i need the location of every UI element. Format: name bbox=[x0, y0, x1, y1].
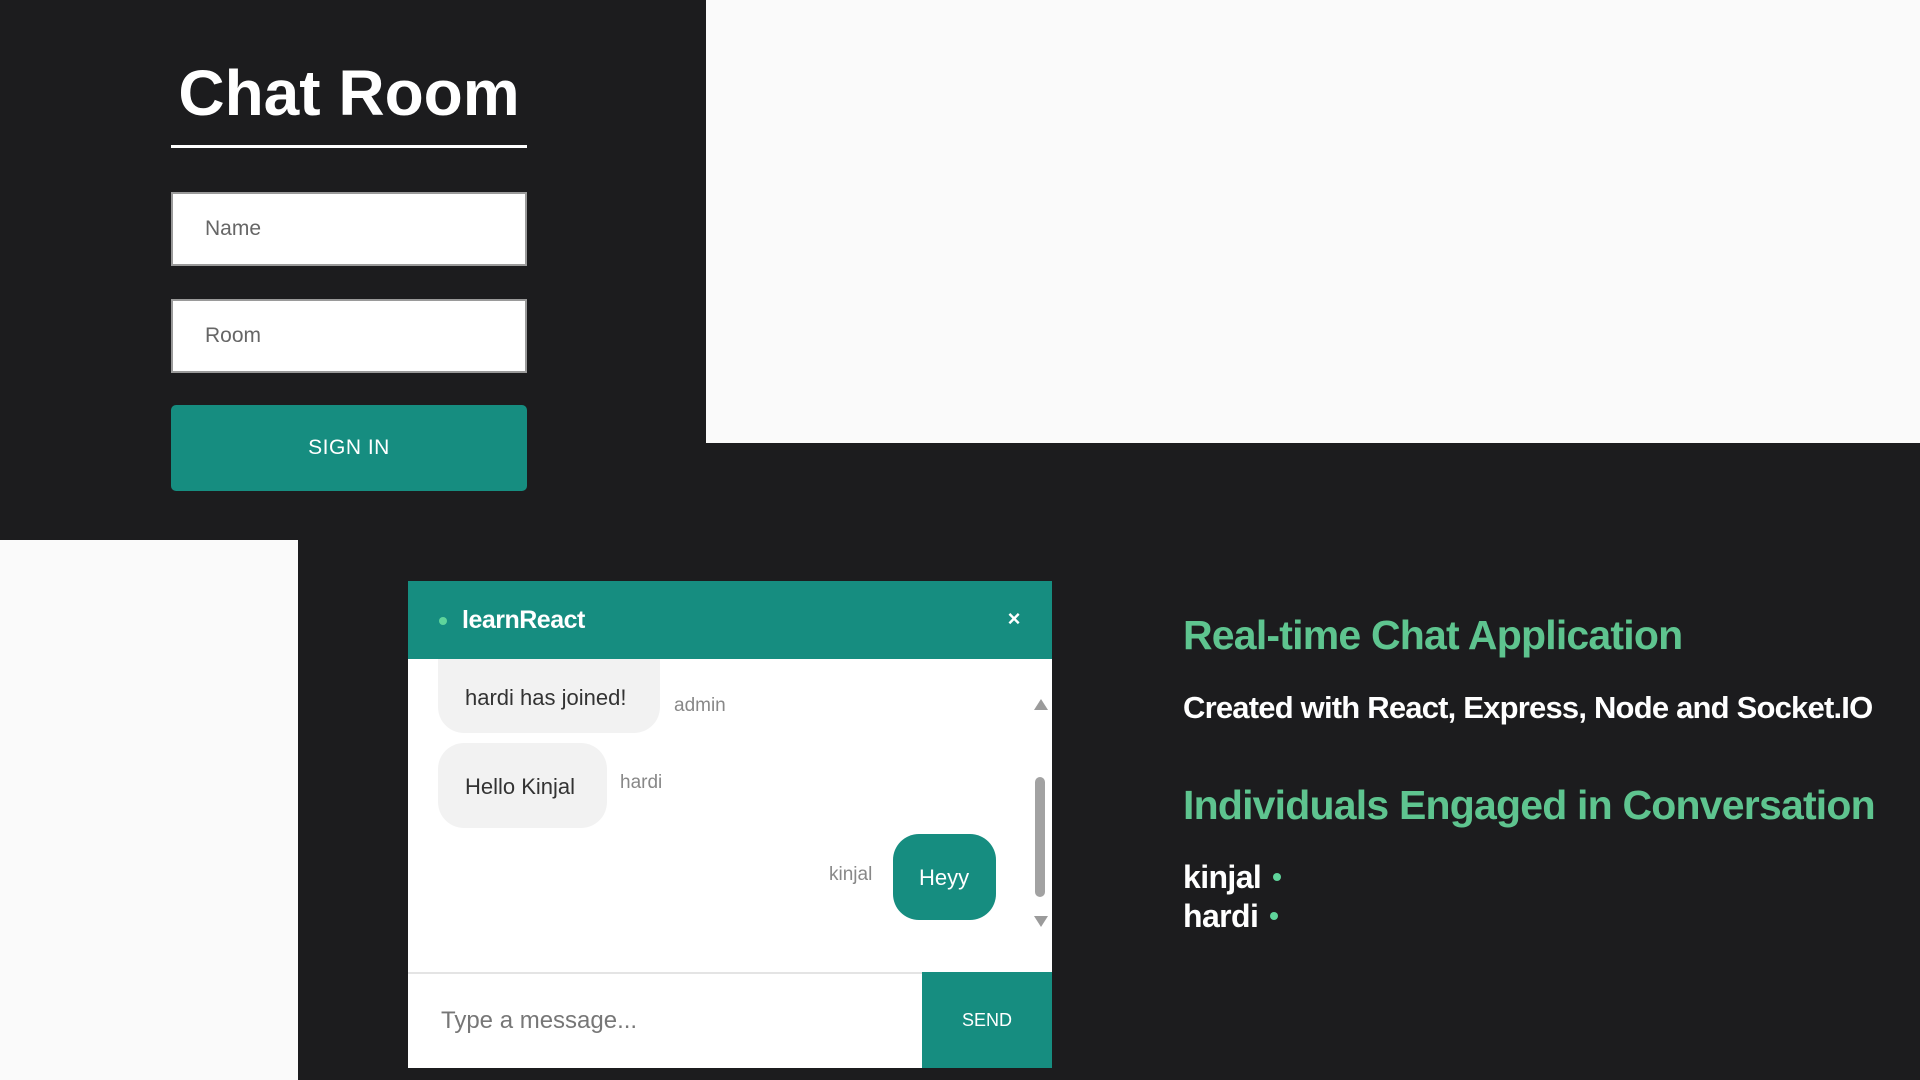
room-name: learnReact bbox=[462, 606, 585, 634]
online-status-icon bbox=[1273, 873, 1282, 881]
message-bubble: hardi has joined! bbox=[438, 659, 660, 733]
app-title: Real-time Chat Application bbox=[1183, 612, 1683, 658]
message-bubble: Hello Kinjal bbox=[438, 743, 607, 828]
active-users-heading: Individuals Engaged in Conversation bbox=[1183, 782, 1876, 828]
background-panel-left bbox=[0, 540, 298, 1080]
scroll-down-arrow-icon[interactable] bbox=[1034, 916, 1048, 927]
name-input[interactable] bbox=[171, 192, 527, 266]
message-composer: SEND bbox=[408, 972, 1052, 1068]
scroll-up-arrow-icon[interactable] bbox=[1034, 699, 1048, 710]
message-input[interactable] bbox=[408, 974, 922, 1068]
room-input[interactable] bbox=[171, 299, 527, 373]
message-list[interactable]: hardi has joined! admin Hello Kinjal har… bbox=[408, 659, 1052, 954]
message-sender: hardi bbox=[620, 772, 663, 793]
close-icon[interactable]: × bbox=[996, 601, 1032, 637]
chat-header: learnReact × bbox=[408, 581, 1052, 659]
active-user-name: kinjal bbox=[1183, 859, 1262, 895]
message-bubble-own: Heyy bbox=[893, 834, 996, 920]
active-user-item: kinjal bbox=[1183, 857, 1282, 897]
active-user-name: hardi bbox=[1183, 898, 1259, 934]
send-button[interactable]: SEND bbox=[922, 972, 1052, 1068]
message-sender: kinjal bbox=[829, 864, 873, 885]
app-subtitle: Created with React, Express, Node and So… bbox=[1183, 690, 1873, 725]
login-divider bbox=[171, 145, 527, 148]
background-panel-top bbox=[706, 0, 1920, 443]
sign-in-button[interactable]: SIGN IN bbox=[171, 405, 527, 491]
login-title: Chat Room bbox=[178, 57, 520, 129]
chat-window: learnReact × hardi has joined! admin Hel… bbox=[408, 581, 1052, 1068]
scrollbar-thumb[interactable] bbox=[1035, 777, 1045, 897]
message-scrollbar[interactable] bbox=[1032, 699, 1048, 927]
active-user-item: hardi bbox=[1183, 896, 1279, 936]
online-status-icon bbox=[1270, 912, 1279, 920]
message-sender: admin bbox=[674, 695, 726, 716]
online-status-icon bbox=[439, 617, 447, 625]
